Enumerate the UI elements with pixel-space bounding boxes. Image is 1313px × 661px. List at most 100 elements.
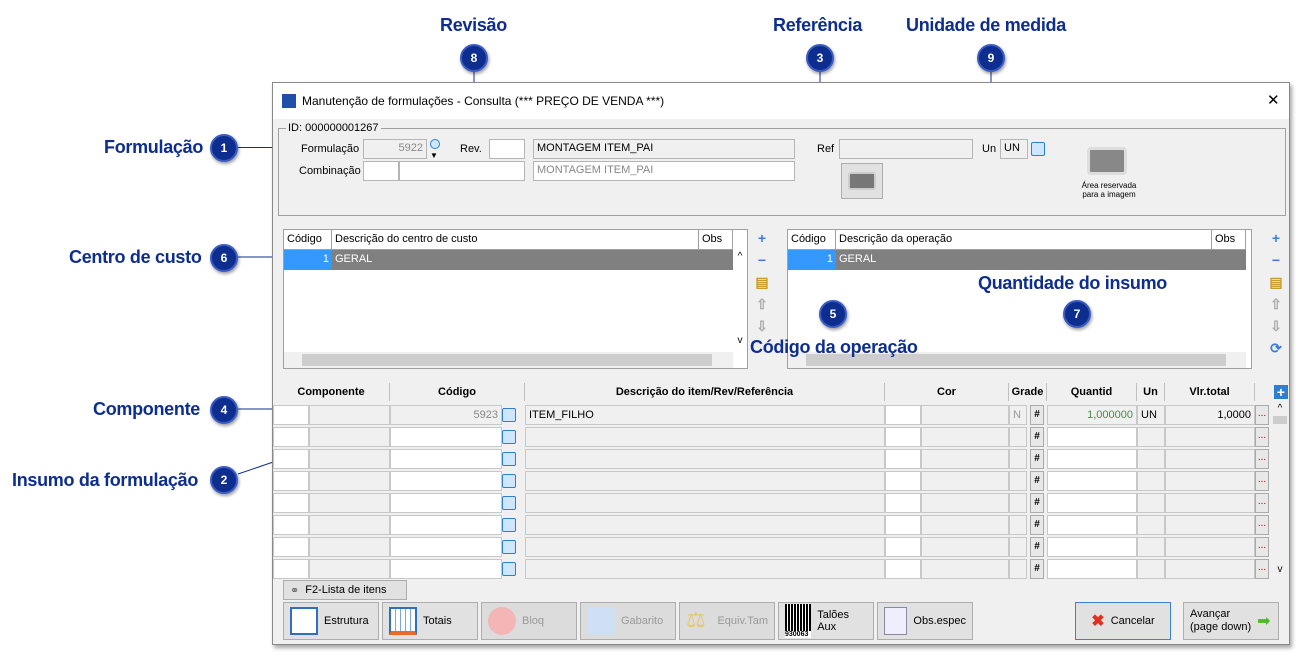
cell-descricao[interactable]: ITEM_FILHO	[525, 405, 885, 425]
cell[interactable]	[309, 537, 390, 557]
cell-quantid[interactable]: 1,000000	[1047, 405, 1137, 425]
add-item-icon[interactable]: +	[1274, 385, 1288, 399]
cell[interactable]	[1047, 493, 1137, 513]
col-header[interactable]: Vlr.total	[1165, 383, 1255, 401]
cell[interactable]	[885, 559, 921, 579]
edit-note-icon[interactable]: ▤	[755, 275, 769, 289]
col-header[interactable]: Descrição do item/Rev/Referência	[525, 383, 885, 401]
cell[interactable]	[921, 471, 1009, 491]
cell[interactable]	[309, 515, 390, 535]
cell[interactable]	[525, 515, 885, 535]
col-header[interactable]: Código	[284, 230, 332, 250]
cell-descricao[interactable]: GERAL	[335, 253, 372, 265]
cell[interactable]	[309, 449, 390, 469]
search-icon[interactable]	[502, 474, 516, 488]
cell[interactable]	[273, 515, 309, 535]
cell[interactable]	[1009, 471, 1027, 491]
table-row[interactable]: 1 GERAL	[788, 250, 1246, 270]
table-row[interactable]: 1 GERAL	[284, 250, 733, 270]
cell[interactable]	[309, 493, 390, 513]
cell[interactable]	[390, 471, 502, 491]
ref-input[interactable]	[839, 139, 973, 159]
col-header[interactable]: Código	[390, 383, 525, 401]
cell-un[interactable]: UN	[1137, 405, 1165, 425]
search-icon[interactable]	[502, 408, 516, 422]
cell[interactable]	[921, 515, 1009, 535]
col-header[interactable]: Componente	[273, 383, 390, 401]
cell[interactable]	[1009, 493, 1027, 513]
cell[interactable]	[273, 559, 309, 579]
cell[interactable]	[921, 559, 1009, 579]
more-button[interactable]: ...	[1255, 449, 1269, 469]
equiv-tam-button[interactable]: ⚖ Equiv.Tam	[679, 602, 775, 640]
cell[interactable]	[390, 515, 502, 535]
cell[interactable]	[390, 559, 502, 579]
search-icon[interactable]	[1031, 142, 1045, 156]
cell[interactable]	[885, 427, 921, 447]
search-icon[interactable]	[502, 452, 516, 466]
cell[interactable]	[1137, 427, 1165, 447]
move-up-icon[interactable]: ⇧	[755, 297, 769, 311]
more-button[interactable]: ...	[1255, 405, 1269, 425]
col-header[interactable]: Código	[788, 230, 836, 250]
cell[interactable]	[1165, 427, 1255, 447]
search-icon[interactable]	[502, 518, 516, 532]
more-button[interactable]: ...	[1255, 515, 1269, 535]
cell[interactable]	[1009, 427, 1027, 447]
cell[interactable]	[1165, 493, 1255, 513]
search-icon[interactable]	[502, 430, 516, 444]
cell[interactable]	[885, 449, 921, 469]
remove-icon[interactable]: −	[755, 253, 769, 267]
remove-icon[interactable]: −	[1269, 253, 1283, 267]
cell[interactable]	[1009, 449, 1027, 469]
cell[interactable]	[1137, 559, 1165, 579]
cell-codigo[interactable]: 1	[284, 250, 332, 270]
cell-grade[interactable]: N	[1009, 405, 1027, 425]
estrutura-button[interactable]: Estrutura	[283, 602, 379, 640]
gabarito-button[interactable]: Gabarito	[580, 602, 676, 640]
move-down-icon[interactable]: ⇩	[755, 319, 769, 333]
cell[interactable]	[309, 405, 390, 425]
col-header[interactable]: Cor	[885, 383, 1009, 401]
more-button[interactable]: ...	[1255, 559, 1269, 579]
cell[interactable]	[390, 537, 502, 557]
col-header[interactable]: Descrição da operação	[836, 230, 1212, 250]
rev-input[interactable]	[489, 139, 525, 159]
cell[interactable]	[1009, 559, 1027, 579]
cell[interactable]	[885, 493, 921, 513]
more-button[interactable]: ...	[1255, 471, 1269, 491]
cell[interactable]	[273, 471, 309, 491]
horizontal-scrollbar[interactable]	[284, 352, 733, 368]
close-button[interactable]: ✕	[1267, 91, 1280, 109]
edit-note-icon[interactable]: ▤	[1269, 275, 1283, 289]
move-down-icon[interactable]: ⇩	[1269, 319, 1283, 333]
cell[interactable]	[525, 427, 885, 447]
cell[interactable]	[273, 493, 309, 513]
cell[interactable]	[273, 427, 309, 447]
cell[interactable]	[309, 559, 390, 579]
cell[interactable]	[1137, 537, 1165, 557]
cell-descricao[interactable]: GERAL	[839, 253, 876, 265]
grade-button[interactable]: #	[1030, 471, 1044, 491]
grade-button[interactable]: #	[1030, 449, 1044, 469]
cell[interactable]	[1165, 559, 1255, 579]
col-header[interactable]: Un	[1137, 383, 1165, 401]
cell[interactable]	[1047, 515, 1137, 535]
cell[interactable]	[921, 427, 1009, 447]
search-icon[interactable]	[430, 139, 440, 149]
cell[interactable]	[921, 537, 1009, 557]
grade-button[interactable]: #	[1030, 493, 1044, 513]
cell[interactable]	[309, 471, 390, 491]
dropdown-arrow-icon[interactable]: ▼	[430, 151, 438, 160]
col-header[interactable]: Quantid	[1047, 383, 1137, 401]
items-vertical-scrollbar[interactable]: ^ v	[1273, 403, 1287, 575]
camera-button[interactable]	[841, 163, 883, 199]
grade-button[interactable]: #	[1030, 559, 1044, 579]
cell[interactable]	[390, 427, 502, 447]
combinacao-desc-input[interactable]	[399, 161, 525, 181]
combinacao-descricao[interactable]: MONTAGEM ITEM_PAI	[533, 161, 795, 181]
combinacao-code-input[interactable]	[363, 161, 399, 181]
cell[interactable]	[1047, 449, 1137, 469]
grade-button[interactable]: #	[1030, 405, 1044, 425]
grade-button[interactable]: #	[1030, 537, 1044, 557]
